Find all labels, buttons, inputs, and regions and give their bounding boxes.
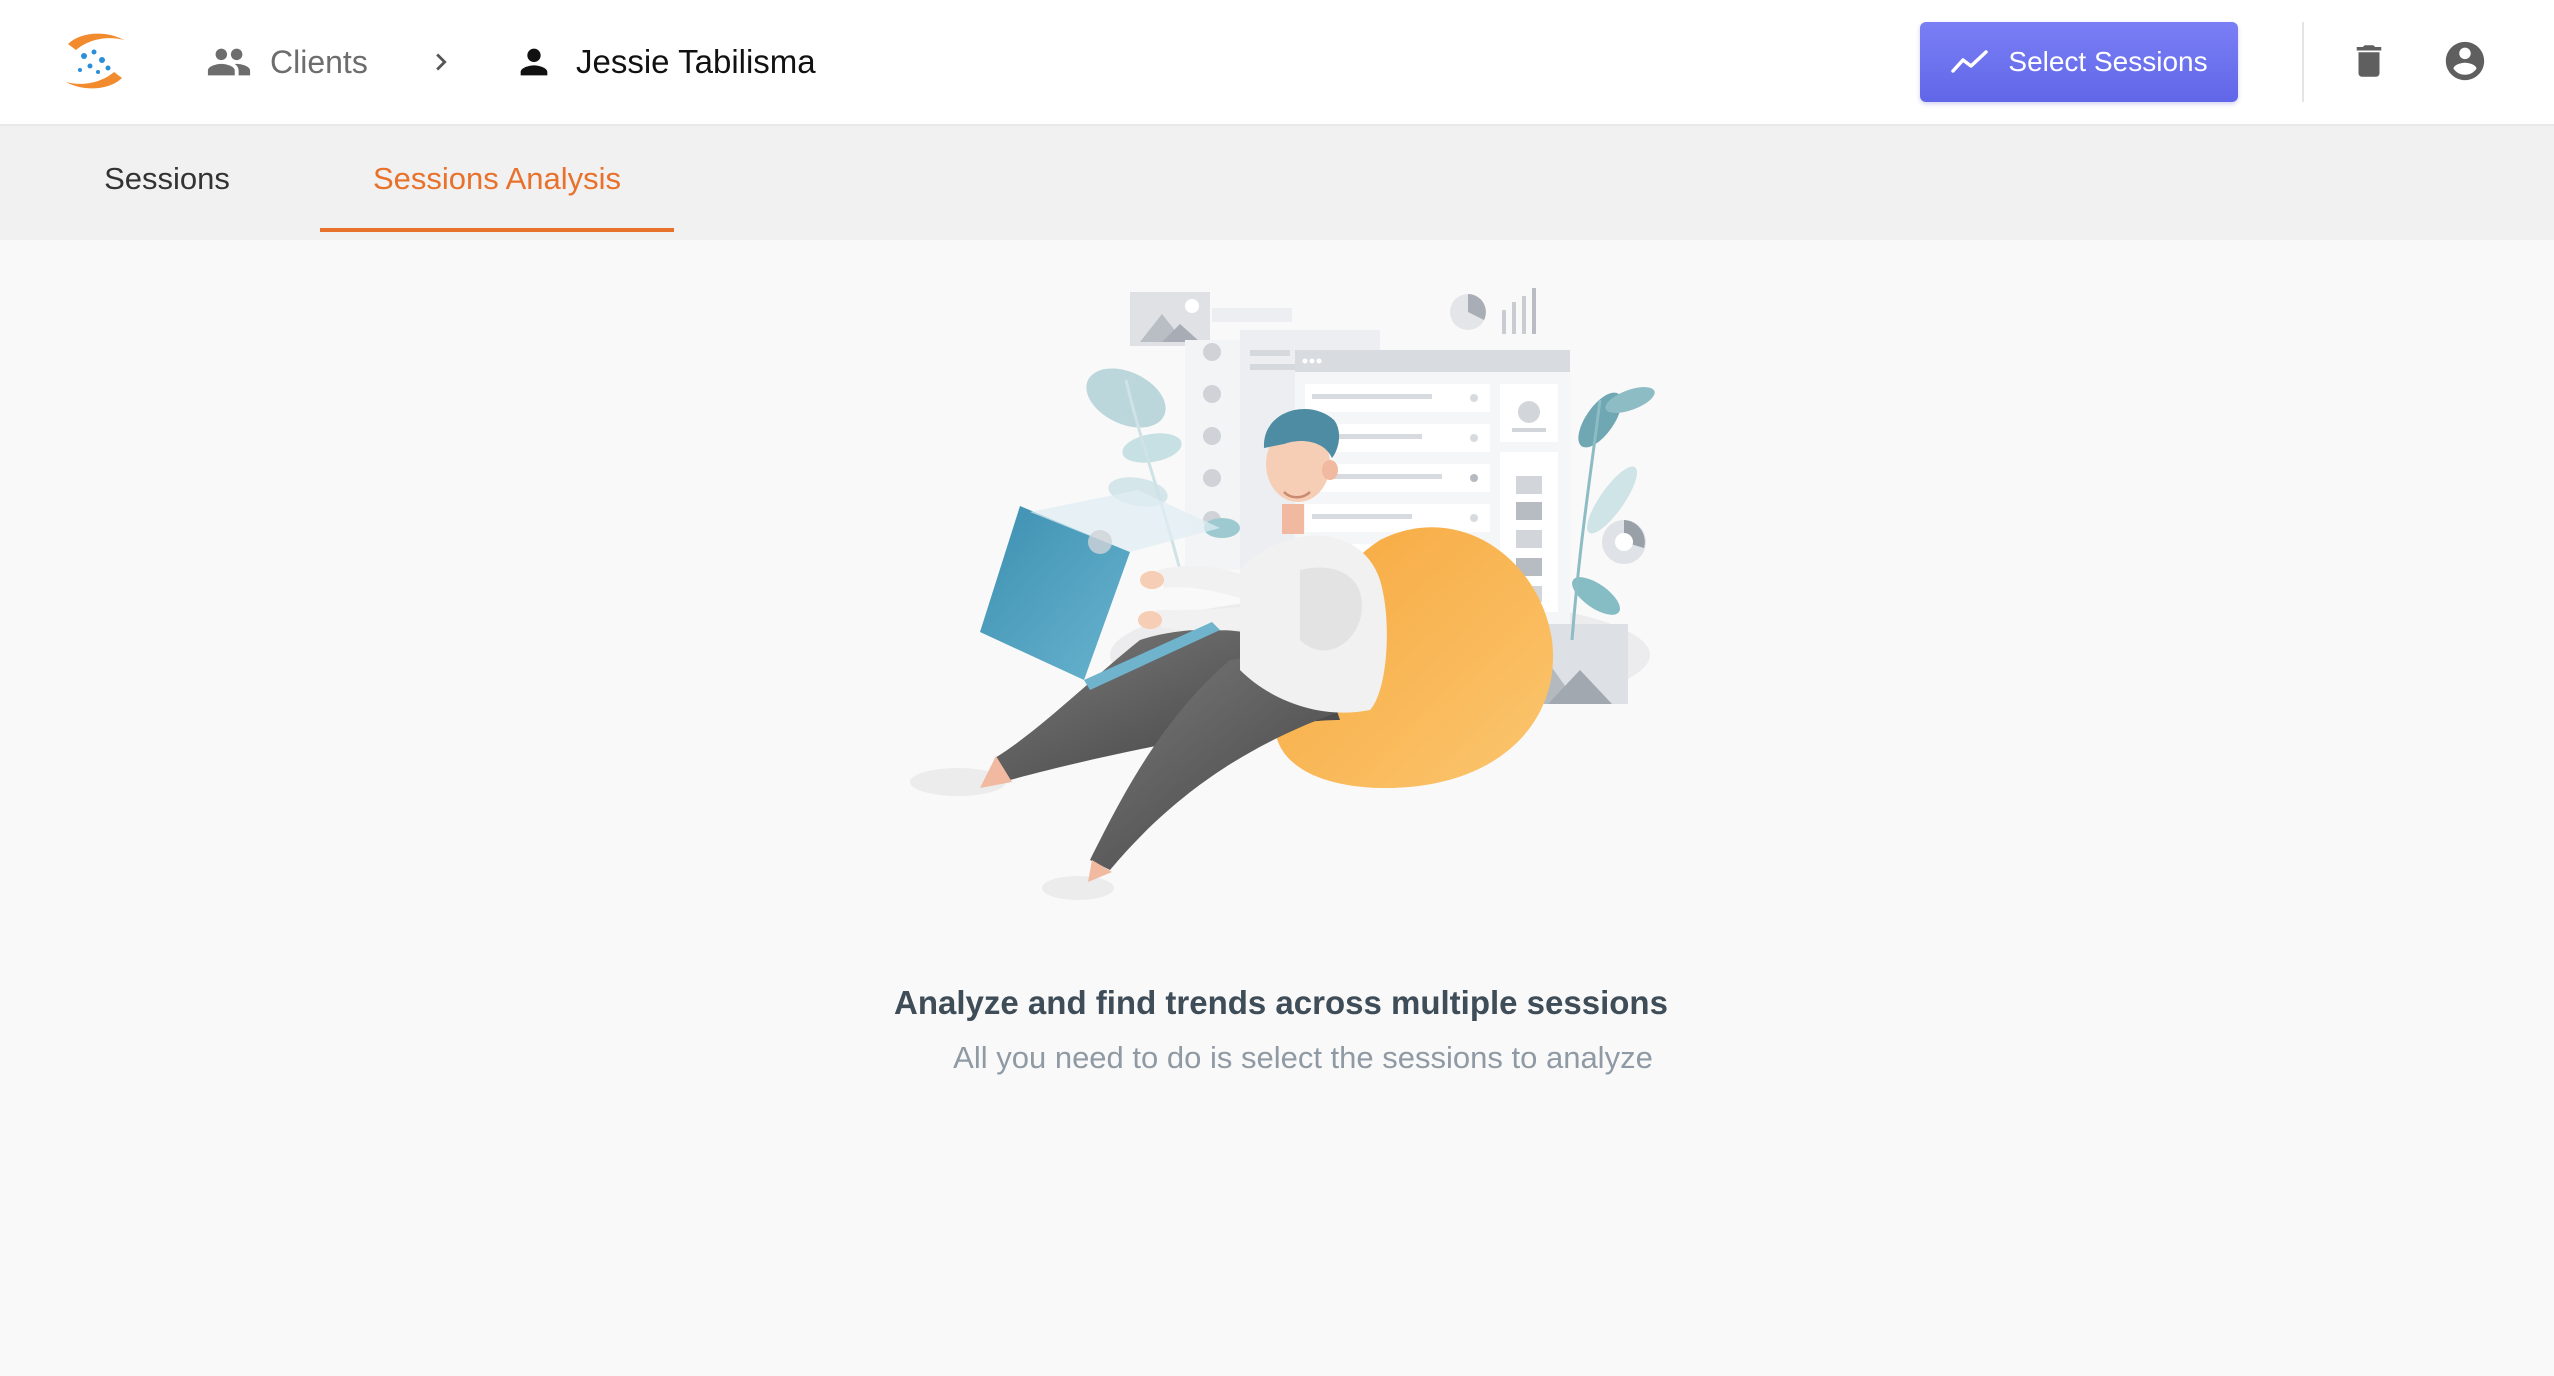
trend-line-icon [1951,50,1989,73]
header-divider [2302,22,2304,102]
select-sessions-label: Select Sessions [2008,46,2208,77]
trash-icon[interactable] [2348,38,2390,84]
tab-sessions[interactable]: Sessions [60,126,274,232]
breadcrumb-clients[interactable]: Clients [206,38,368,86]
breadcrumb-current-client: Jessie Tabilisma [514,38,816,86]
tab-bar: Sessions Sessions Analysis [0,126,2554,240]
tab-sessions-analysis[interactable]: Sessions Analysis [320,126,674,232]
chevron-right-icon [436,53,447,71]
empty-state-title: Analyze and find trends across multiple … [894,984,1668,1021]
app-logo-icon[interactable] [62,30,128,92]
top-app-bar: Clients Jessie Tabilisma Select Sessions [0,0,2554,126]
person-icon [520,48,548,76]
breadcrumb-clients-label: Clients [270,43,368,80]
empty-state-illustration [910,288,1655,900]
select-sessions-button[interactable]: Select Sessions [1920,22,2238,102]
client-name: Jessie Tabilisma [576,43,816,80]
clients-icon [207,48,251,76]
active-tab-indicator [320,228,674,232]
account-circle-icon[interactable] [2442,38,2488,84]
empty-state-subtitle: All you need to do is select the session… [953,1040,1653,1075]
